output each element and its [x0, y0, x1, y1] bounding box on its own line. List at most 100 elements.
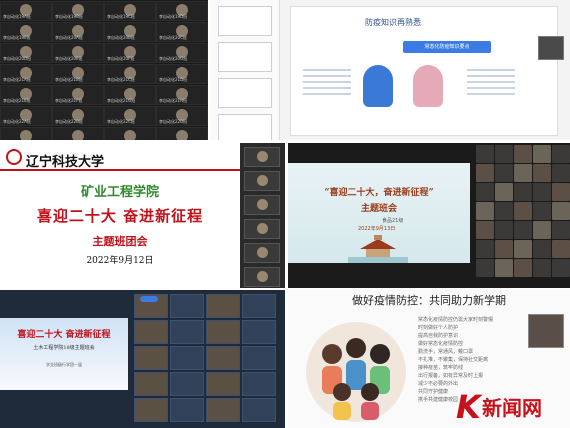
text-line: 提高自我防护意识 [418, 333, 459, 339]
participant-tile [552, 164, 570, 182]
slide-thumbnail[interactable] [218, 78, 272, 108]
prevention-slide-screenshot: 做好疫情防控：共同助力新学期 常态化疫情防控仍需大家时刻警惕 时刻做好个人防护 提高… [288, 290, 570, 428]
participant-tile[interactable]: 李自动化21B班 [52, 64, 104, 84]
participant-tile[interactable]: 李自动化20E班 [52, 43, 104, 63]
participant-tile[interactable]: 李自动化20G班 [156, 43, 208, 63]
participant-name: 李自动化22A班 [3, 119, 31, 124]
text-line: 常态化疫情防控仍需大家时刻警惕 [418, 317, 494, 323]
participant-tile[interactable]: 李自动化19A班 [0, 1, 52, 21]
slide-headline: “喜迎二十大，奋进新征程” [324, 188, 434, 198]
participant-name: 李自动化20C班 [159, 35, 187, 40]
participant-name: 李自动化22C班 [107, 119, 135, 124]
participant-tile[interactable]: 李自动化22D班 [156, 106, 208, 126]
slide-thumbnail[interactable] [218, 42, 272, 72]
avatar [72, 130, 84, 140]
participant-tile [244, 195, 280, 215]
meeting-title: 主题班团会 [92, 235, 148, 248]
participant-tile[interactable]: 李自动化20A班 [52, 22, 104, 42]
participant-tile[interactable]: 李自动化21C班 [104, 64, 156, 84]
participant-tile [206, 346, 240, 370]
slide-canvas[interactable]: 防疫知识再熟悉 常态化防疫知识要点 [290, 6, 558, 136]
meeting-gallery-screenshot: 李自动化19A班 李自动化19B班 李自动化19C班 李自动化19D班李自动化19E班… [0, 0, 208, 140]
participant-tile [514, 164, 532, 182]
participant-tile [552, 259, 570, 277]
participant-tile[interactable]: 李自动化21G班 [104, 85, 156, 105]
participant-tile [242, 346, 276, 370]
participant-tile[interactable]: 李自动化22B班 [52, 106, 104, 126]
participant-tile[interactable]: 李自动化21H班 [156, 85, 208, 105]
participant-tile [514, 259, 532, 277]
participant-tile[interactable]: 李自动化20F班 [104, 43, 156, 63]
participant-tile[interactable]: 李自动化22A班 [0, 106, 52, 126]
participant-tile[interactable]: 李自动化19B班 [52, 1, 104, 21]
slide-text-block [467, 69, 515, 99]
slideshow-editor-screenshot: 防疫知识再熟悉 常态化防疫知识要点 [210, 0, 570, 140]
participant-grid [134, 294, 282, 422]
participant-tile [476, 145, 494, 163]
participant-tile [244, 219, 280, 239]
participant-tile [170, 346, 204, 370]
participant-tile [244, 267, 280, 287]
shared-slide: 喜迎二十大 奋进新征程 土木工程学院18级主题班会 学业班级行学团一届 [0, 318, 128, 390]
theme-meeting-screenshot: “喜迎二十大，奋进新征程” 主题班会 食品21级 2022年9月13日 [288, 143, 570, 288]
participant-name: 李自动化19D班 [159, 14, 188, 19]
participant-tile[interactable]: 李自动化20B班 [104, 22, 156, 42]
participant-tile [206, 294, 240, 318]
text-line: 出行报备，如有异常及时上报 [418, 373, 484, 379]
participant-tile[interactable]: 李自动化22F班 [52, 127, 104, 140]
participant-name: 李自动化21D班 [159, 77, 188, 82]
participant-name: 李自动化19A班 [3, 14, 31, 19]
participant-name: 李自动化21H班 [159, 98, 188, 103]
slide-thumbnail[interactable] [218, 114, 272, 140]
participant-name: 李自动化19C班 [107, 14, 135, 19]
avatar [176, 130, 188, 140]
participant-name: 李自动化20G班 [159, 56, 188, 61]
participant-tile[interactable]: 李自动化19C班 [104, 1, 156, 21]
text-line: 时刻做好个人防护 [418, 325, 459, 331]
participant-tile-grid: 李自动化19A班 李自动化19B班 李自动化19C班 李自动化19D班李自动化19E班… [0, 0, 208, 140]
participant-name: 李自动化21C班 [107, 77, 135, 82]
participant-tile [134, 346, 168, 370]
participant-tile[interactable]: 李自动化21A班 [0, 64, 52, 84]
participant-tile [533, 259, 551, 277]
slide-thumbnail-sidebar[interactable] [210, 0, 280, 140]
participant-tile[interactable]: 李自动化20C班 [156, 22, 208, 42]
participant-tile [242, 320, 276, 344]
participant-tile[interactable]: 李自动化21D班 [156, 64, 208, 84]
participant-tile [533, 164, 551, 182]
slogan: 喜迎二十大 奋进新征程 [36, 207, 204, 225]
slide-thumbnail[interactable] [218, 6, 272, 36]
participant-tile[interactable]: 李自动化22G班 [104, 127, 156, 140]
participant-tile [206, 372, 240, 396]
university-name: 辽宁科技大学 [26, 155, 105, 170]
participant-tile [170, 294, 204, 318]
slide-title: 防疫知识再熟悉 [365, 18, 421, 27]
participant-name: 李自动化20E班 [55, 56, 83, 61]
participant-tile[interactable]: 李自动化22E班 [0, 127, 52, 140]
participant-name: 李自动化22D班 [159, 119, 188, 124]
participant-tile[interactable]: 李自动化22H班 [156, 127, 208, 140]
participant-name: 李自动化19E班 [3, 35, 31, 40]
text-line: 勤洗手，常通风，戴口罩 [418, 349, 474, 355]
participant-tile [170, 372, 204, 396]
meeting-date: 2022年9月12日 [86, 256, 154, 266]
participant-tile [552, 240, 570, 258]
blue-meeting-screenshot: 喜迎二十大 奋进新征程 土木工程学院18级主题班会 学业班级行学团一届 [0, 290, 285, 428]
participant-tile[interactable]: 李自动化21E班 [0, 85, 52, 105]
avatar [124, 130, 136, 140]
participant-tile [514, 183, 532, 201]
participant-name: 李自动化20F班 [107, 56, 135, 61]
participant-tile[interactable]: 李自动化20D班 [0, 43, 52, 63]
presenter-video-tile [528, 314, 564, 348]
participant-tile [533, 221, 551, 239]
participant-tile [170, 320, 204, 344]
participant-tile [476, 202, 494, 220]
participant-tile[interactable]: 李自动化19D班 [156, 1, 208, 21]
participant-tile[interactable]: 李自动化21F班 [52, 85, 104, 105]
participant-tile [244, 147, 280, 167]
participant-tile [533, 240, 551, 258]
class-label: 食品21级 [382, 218, 404, 224]
participant-tile[interactable]: 李自动化19E班 [0, 22, 52, 42]
participant-tile [244, 171, 280, 191]
participant-tile[interactable]: 李自动化22C班 [104, 106, 156, 126]
